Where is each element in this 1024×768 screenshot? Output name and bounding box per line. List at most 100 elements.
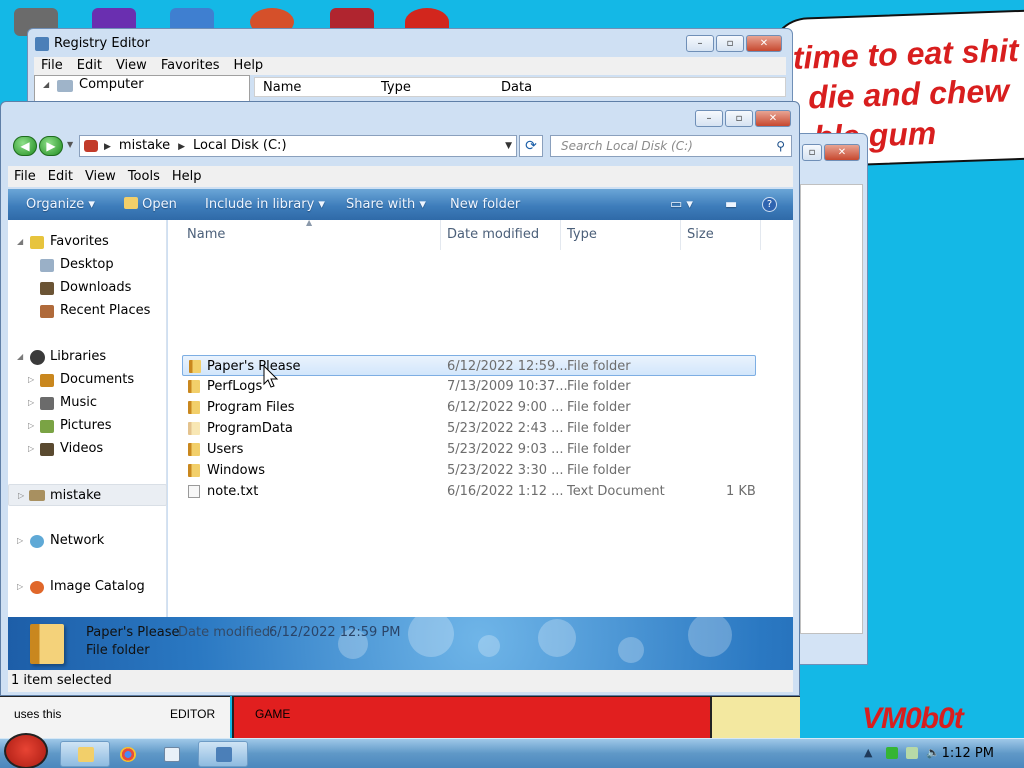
- menu-file[interactable]: File: [34, 57, 70, 75]
- file-row[interactable]: Windows 5/23/2022 3:30 ... File folder: [182, 460, 756, 481]
- nav-desktop[interactable]: Desktop: [8, 254, 167, 276]
- new-folder-button[interactable]: New folder: [450, 189, 520, 220]
- background-window[interactable]: ▫ ✕: [795, 133, 868, 665]
- menu-view[interactable]: View: [109, 57, 154, 75]
- volume-icon[interactable]: 🔈: [926, 747, 940, 759]
- nav-libraries[interactable]: ◢ Libraries: [8, 346, 167, 368]
- nav-homegroup-mistake[interactable]: ▷ mistake: [8, 484, 167, 506]
- change-view-icon[interactable]: ▭ ▾: [670, 189, 693, 220]
- close-button[interactable]: ✕: [746, 35, 782, 52]
- nav-videos[interactable]: ▷ Videos: [8, 438, 167, 460]
- explorer-window[interactable]: – ▫ ✕ ◀ ▶ ▼ ▶ mistake ▶ Local Disk (C:) ▼ ⟳…: [0, 101, 800, 696]
- network-status-icon[interactable]: [886, 747, 898, 759]
- expand-arrow-icon[interactable]: ◢: [43, 80, 49, 89]
- file-name: note.txt: [207, 484, 259, 499]
- status-bar: 1 item selected: [8, 670, 793, 692]
- file-type: File folder: [567, 400, 631, 415]
- include-in-library-button[interactable]: Include in library ▾: [205, 189, 325, 220]
- breadcrumb-arrow-icon[interactable]: ▶: [178, 142, 185, 152]
- command-bar: Organize ▾ Open Include in library ▾ Sha…: [8, 189, 793, 220]
- nav-pictures[interactable]: ▷ Pictures: [8, 415, 167, 437]
- wallpaper-text-line: time to eat shit: [792, 32, 1020, 76]
- nav-network[interactable]: ▷ Network: [8, 530, 167, 552]
- open-icon: [124, 197, 138, 209]
- menu-view[interactable]: View: [79, 166, 122, 187]
- forward-button[interactable]: ▶: [39, 136, 63, 156]
- nav-favorites[interactable]: ◢ Favorites: [8, 231, 167, 253]
- column-name[interactable]: Name: [263, 80, 301, 95]
- show-hidden-icons-icon[interactable]: ▲: [864, 747, 876, 759]
- clock[interactable]: 1:12 PM: [942, 739, 994, 768]
- menu-help[interactable]: Help: [166, 166, 208, 187]
- documents-icon: [40, 374, 54, 387]
- address-row: ◀ ▶ ▼ ▶ mistake ▶ Local Disk (C:) ▼ ⟳ Searc…: [1, 131, 799, 161]
- column-header-date[interactable]: Date modified: [441, 220, 561, 250]
- nav-documents[interactable]: ▷ Documents: [8, 369, 167, 391]
- breadcrumb-arrow-icon[interactable]: ▶: [104, 142, 111, 152]
- maximize-button[interactable]: ▫: [716, 35, 744, 52]
- close-button[interactable]: ✕: [824, 144, 860, 161]
- help-icon[interactable]: ?: [762, 197, 777, 212]
- details-date-value: 6/12/2022 12:59 PM: [269, 625, 401, 640]
- maximize-button[interactable]: ▫: [802, 144, 822, 161]
- breadcrumb-mistake[interactable]: mistake: [119, 138, 170, 153]
- file-type: File folder: [567, 379, 631, 394]
- file-name: PerfLogs: [207, 379, 263, 394]
- maximize-button[interactable]: ▫: [725, 110, 753, 127]
- taskbar-notepad-button[interactable]: [146, 741, 196, 767]
- close-button[interactable]: ✕: [755, 110, 791, 127]
- menu-favorites[interactable]: Favorites: [154, 57, 227, 75]
- taskbar-regedit-button[interactable]: [198, 741, 248, 767]
- nav-recent-places[interactable]: Recent Places: [8, 300, 167, 322]
- notepad-icon: [164, 747, 180, 762]
- menu-tools[interactable]: Tools: [122, 166, 166, 187]
- search-icon[interactable]: ⚲: [776, 136, 785, 156]
- file-row[interactable]: Users 5/23/2022 9:03 ... File folder: [182, 439, 756, 460]
- file-row[interactable]: note.txt 6/16/2022 1:12 ... Text Documen…: [182, 481, 756, 502]
- open-button[interactable]: Open: [124, 189, 177, 220]
- minimize-button[interactable]: –: [686, 35, 714, 52]
- menu-file[interactable]: File: [8, 166, 42, 187]
- file-type: File folder: [567, 463, 631, 478]
- menu-bar: File Edit View Favorites Help: [34, 57, 786, 75]
- search-input[interactable]: Search Local Disk (C:) ⚲: [550, 135, 792, 157]
- share-with-button[interactable]: Share with ▾: [346, 189, 426, 220]
- address-bar[interactable]: ▶ mistake ▶ Local Disk (C:) ▼: [79, 135, 517, 157]
- nav-downloads[interactable]: Downloads: [8, 277, 167, 299]
- file-row[interactable]: ProgramData 5/23/2022 2:43 ... File fold…: [182, 418, 756, 439]
- menu-edit[interactable]: Edit: [42, 166, 79, 187]
- registry-icon: [35, 37, 49, 51]
- action-center-icon[interactable]: [906, 747, 918, 759]
- organize-button[interactable]: Organize ▾: [26, 189, 95, 220]
- file-type: Text Document: [567, 484, 665, 499]
- nav-image-catalog[interactable]: ▷ Image Catalog: [8, 576, 167, 598]
- menu-bar: File Edit View Tools Help: [8, 166, 793, 187]
- file-date: 5/23/2022 3:30 ...: [447, 463, 564, 478]
- file-type: File folder: [567, 359, 631, 374]
- address-dropdown-icon[interactable]: ▼: [505, 136, 512, 156]
- column-data[interactable]: Data: [501, 80, 532, 95]
- file-row[interactable]: Program Files 6/12/2022 9:00 ... File fo…: [182, 397, 756, 418]
- refresh-button[interactable]: ⟳: [519, 135, 543, 157]
- file-list[interactable]: Name ▲ Date modified Type Size Paper's P…: [168, 218, 793, 617]
- nav-music[interactable]: ▷ Music: [8, 392, 167, 414]
- file-size: 1 KB: [726, 484, 756, 499]
- expand-arrow-icon: ▷: [17, 582, 24, 591]
- preview-pane-icon[interactable]: ▬: [725, 189, 737, 220]
- start-button[interactable]: [4, 733, 48, 768]
- column-type[interactable]: Type: [381, 80, 411, 95]
- minimize-button[interactable]: –: [695, 110, 723, 127]
- menu-edit[interactable]: Edit: [70, 57, 109, 75]
- tree-item-computer[interactable]: Computer: [79, 77, 144, 92]
- recent-pages-dropdown-icon[interactable]: ▼: [67, 140, 73, 149]
- column-header-size[interactable]: Size: [681, 220, 761, 250]
- breadcrumb-local-disk[interactable]: Local Disk (C:): [193, 138, 286, 153]
- folder-icon: [188, 401, 200, 414]
- back-button[interactable]: ◀: [13, 136, 37, 156]
- menu-help[interactable]: Help: [227, 57, 271, 75]
- folder-icon: [188, 380, 200, 393]
- expand-arrow-icon: ▷: [28, 398, 35, 407]
- column-header-type[interactable]: Type: [561, 220, 681, 250]
- computer-icon: [29, 490, 45, 501]
- taskbar-chrome-button[interactable]: [102, 741, 152, 767]
